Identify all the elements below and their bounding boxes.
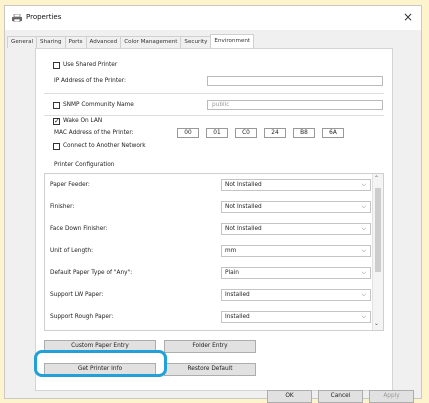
select-value: mm bbox=[225, 248, 237, 254]
chevron-down-icon: ⌵ bbox=[361, 313, 366, 320]
tab-ports[interactable]: Ports bbox=[64, 36, 87, 48]
row-label: Finisher: bbox=[50, 204, 75, 210]
select-value: Installed bbox=[225, 314, 250, 320]
row-label: Support LW Paper: bbox=[50, 292, 104, 298]
scroll-up-icon[interactable]: ⌃ bbox=[374, 175, 379, 182]
printer-icon bbox=[12, 14, 22, 22]
title-bar: Properties × bbox=[5, 6, 421, 30]
window-title: Properties bbox=[26, 13, 62, 21]
list-item: Default Paper Type of "Any": Plain ⌵ bbox=[45, 262, 373, 284]
unit-of-length-select[interactable]: mm ⌵ bbox=[221, 245, 371, 257]
select-value: Not Installed bbox=[225, 226, 262, 232]
divider bbox=[44, 115, 384, 116]
face-down-finisher-select[interactable]: Not Installed ⌵ bbox=[221, 223, 371, 235]
mac-octet-4[interactable]: 24 bbox=[264, 128, 286, 138]
support-rough-paper-select[interactable]: Installed ⌵ bbox=[221, 311, 371, 323]
printer-configuration-list: Paper Feeder: Not Installed ⌵ Finisher: N… bbox=[44, 173, 384, 331]
chevron-down-icon: ⌵ bbox=[361, 247, 366, 254]
select-value: Installed bbox=[225, 292, 250, 298]
ip-address-label: IP Address of the Printer: bbox=[54, 78, 126, 84]
ok-button[interactable]: OK bbox=[267, 390, 312, 403]
tab-advanced[interactable]: Advanced bbox=[85, 36, 122, 48]
select-value: Not Installed bbox=[225, 204, 262, 210]
cancel-button[interactable]: Cancel bbox=[318, 390, 363, 403]
chevron-down-icon: ⌵ bbox=[361, 203, 366, 210]
chevron-down-icon: ⌵ bbox=[361, 269, 366, 276]
folder-entry-button[interactable]: Folder Entry bbox=[164, 340, 256, 353]
ip-address-field[interactable] bbox=[207, 76, 383, 86]
snmp-label: SNMP Community Name bbox=[63, 102, 134, 108]
environment-panel: Use Shared Printer IP Address of the Pri… bbox=[35, 48, 393, 391]
support-lw-paper-select[interactable]: Installed ⌵ bbox=[221, 289, 371, 301]
printer-configuration-title: Printer Configuration bbox=[54, 162, 115, 168]
close-icon[interactable]: × bbox=[403, 10, 413, 24]
chevron-down-icon: ⌵ bbox=[361, 291, 366, 298]
restore-default-button[interactable]: Restore Default bbox=[164, 363, 256, 376]
list-item: Unit of Length: mm ⌵ bbox=[45, 240, 373, 262]
apply-button[interactable]: Apply bbox=[369, 390, 414, 403]
wake-on-lan-checkbox[interactable]: ✓ bbox=[53, 118, 60, 125]
vertical-scrollbar[interactable]: ⌃ ⌄ bbox=[372, 174, 383, 330]
use-shared-printer-checkbox[interactable] bbox=[53, 62, 60, 69]
wake-on-lan-label: Wake On LAN bbox=[63, 118, 103, 124]
tab-environment[interactable]: Environment bbox=[210, 34, 255, 48]
tab-security[interactable]: Security bbox=[180, 36, 212, 48]
row-label: Unit of Length: bbox=[50, 248, 94, 254]
mac-octet-3[interactable]: C0 bbox=[235, 128, 257, 138]
tab-color-management[interactable]: Color Management bbox=[120, 36, 182, 48]
list-item: Support Rough Paper: Installed ⌵ bbox=[45, 306, 373, 328]
properties-dialog: Properties × General Sharing Ports Advan… bbox=[4, 5, 422, 403]
paper-feeder-select[interactable]: Not Installed ⌵ bbox=[221, 179, 371, 191]
highlight-ring bbox=[34, 350, 167, 377]
row-label: Default Paper Type of "Any": bbox=[50, 270, 133, 276]
list-item: Face Down Finisher: Not Installed ⌵ bbox=[45, 218, 373, 240]
snmp-checkbox[interactable] bbox=[53, 102, 60, 109]
mac-octet-2[interactable]: 01 bbox=[206, 128, 228, 138]
tab-strip: General Sharing Ports Advanced Color Man… bbox=[7, 34, 255, 48]
scroll-thumb[interactable] bbox=[375, 188, 381, 272]
list-item: Finisher: Not Installed ⌵ bbox=[45, 196, 373, 218]
select-value: Plain bbox=[225, 270, 239, 276]
chevron-down-icon: ⌵ bbox=[361, 181, 366, 188]
connect-network-checkbox[interactable] bbox=[53, 143, 60, 150]
mac-address-label: MAC Address of the Printer: bbox=[54, 130, 134, 136]
use-shared-printer-label: Use Shared Printer bbox=[63, 62, 118, 68]
finisher-select[interactable]: Not Installed ⌵ bbox=[221, 201, 371, 213]
default-paper-type-select[interactable]: Plain ⌵ bbox=[221, 267, 371, 279]
mac-octet-6[interactable]: 6A bbox=[322, 128, 344, 138]
divider bbox=[44, 93, 384, 94]
connect-network-label: Connect to Another Network bbox=[63, 143, 146, 149]
mac-octet-5[interactable]: B8 bbox=[293, 128, 315, 138]
row-label: Paper Feeder: bbox=[50, 182, 90, 188]
tab-sharing[interactable]: Sharing bbox=[36, 36, 66, 48]
select-value: Not Installed bbox=[225, 182, 262, 188]
snmp-community-field[interactable]: public bbox=[207, 100, 383, 110]
chevron-down-icon: ⌵ bbox=[361, 225, 366, 232]
list-item: Support LW Paper: Installed ⌵ bbox=[45, 284, 373, 306]
scroll-down-icon[interactable]: ⌄ bbox=[374, 320, 379, 327]
list-item: Paper Feeder: Not Installed ⌵ bbox=[45, 174, 373, 196]
tab-general[interactable]: General bbox=[7, 36, 38, 48]
row-label: Face Down Finisher: bbox=[50, 226, 108, 232]
row-label: Support Rough Paper: bbox=[50, 314, 114, 320]
mac-octet-1[interactable]: 00 bbox=[177, 128, 199, 138]
